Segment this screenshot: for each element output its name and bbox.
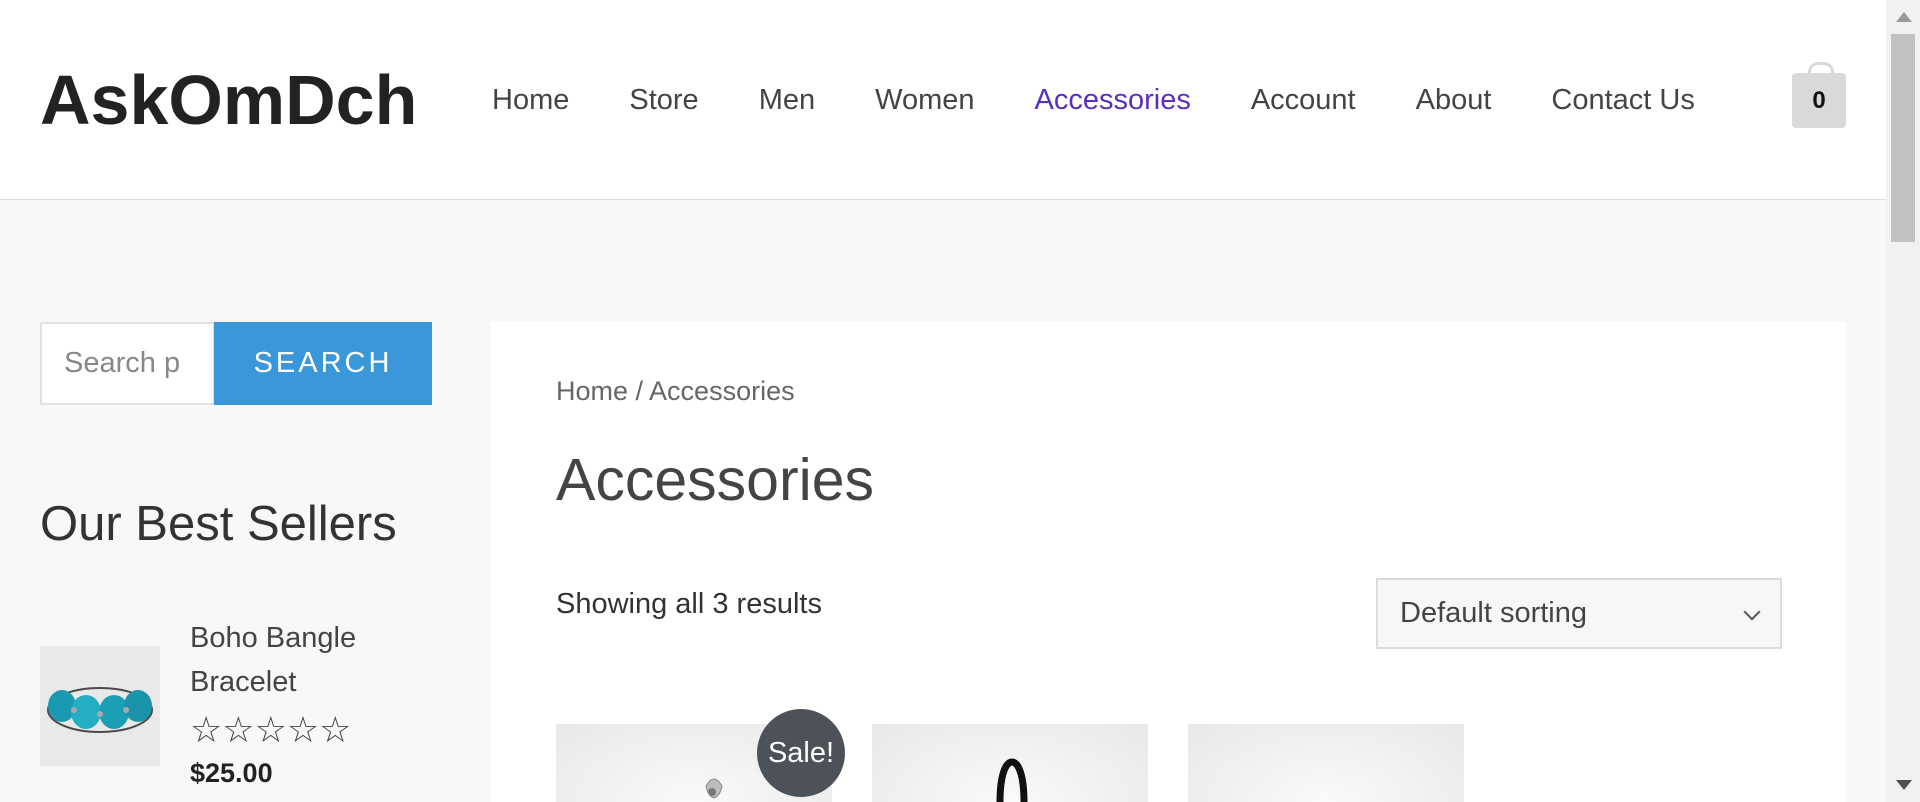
vertical-scrollbar[interactable] xyxy=(1886,0,1920,802)
star-icon: ☆ xyxy=(222,709,255,750)
chevron-down-icon xyxy=(1743,603,1761,621)
breadcrumb: Home / Accessories xyxy=(556,376,795,407)
star-icon: ☆ xyxy=(319,709,352,750)
star-icon: ☆ xyxy=(286,709,320,750)
nav-item-about[interactable]: About xyxy=(1416,80,1492,120)
nav-item-women[interactable]: Women xyxy=(875,80,974,120)
sale-badge: Sale! xyxy=(757,709,845,797)
nav-item-store[interactable]: Store xyxy=(629,80,698,120)
star-icon: ☆ xyxy=(190,709,223,750)
best-seller-price: $25.00 xyxy=(190,758,273,788)
cart-button[interactable]: 0 xyxy=(1792,62,1846,128)
breadcrumb-current: Accessories xyxy=(649,376,795,406)
bracelet-image xyxy=(40,646,160,766)
breadcrumb-home[interactable]: Home xyxy=(556,376,628,406)
scrollbar-thumb[interactable] xyxy=(1891,34,1915,242)
search-button[interactable]: SEARCH xyxy=(214,322,432,405)
star-rating: ☆☆☆☆☆ xyxy=(190,710,351,750)
nav-item-men[interactable]: Men xyxy=(759,80,815,120)
product-card[interactable] xyxy=(1188,724,1464,802)
search-input[interactable] xyxy=(40,322,215,405)
scroll-up-icon[interactable] xyxy=(1896,12,1912,22)
site-header: AskOmDch Home Store Men Women Accessorie… xyxy=(0,0,1886,200)
site-title[interactable]: AskOmDch xyxy=(40,60,417,140)
nav-item-account[interactable]: Account xyxy=(1251,80,1356,120)
main-nav: Home Store Men Women Accessories Account… xyxy=(492,80,1755,120)
nav-item-accessories[interactable]: Accessories xyxy=(1035,80,1191,120)
star-icon: ☆ xyxy=(254,709,287,750)
product-card[interactable] xyxy=(872,724,1148,802)
nav-item-contact-us[interactable]: Contact Us xyxy=(1551,80,1694,120)
nav-item-home[interactable]: Home xyxy=(492,80,569,120)
breadcrumb-separator: / xyxy=(628,376,650,406)
best-seller-name[interactable]: Boho Bangle Bracelet xyxy=(190,616,410,704)
product-image xyxy=(1188,724,1464,802)
result-count: Showing all 3 results xyxy=(556,588,822,620)
best-seller-thumbnail[interactable] xyxy=(40,646,160,766)
product-image xyxy=(996,758,1028,802)
sort-select[interactable]: Default sorting xyxy=(1376,578,1782,649)
best-sellers-title: Our Best Sellers xyxy=(40,497,397,551)
scroll-down-icon[interactable] xyxy=(1896,780,1912,790)
sort-selected-value: Default sorting xyxy=(1400,597,1587,629)
page-title: Accessories xyxy=(556,447,875,513)
cart-count: 0 xyxy=(1812,86,1826,114)
